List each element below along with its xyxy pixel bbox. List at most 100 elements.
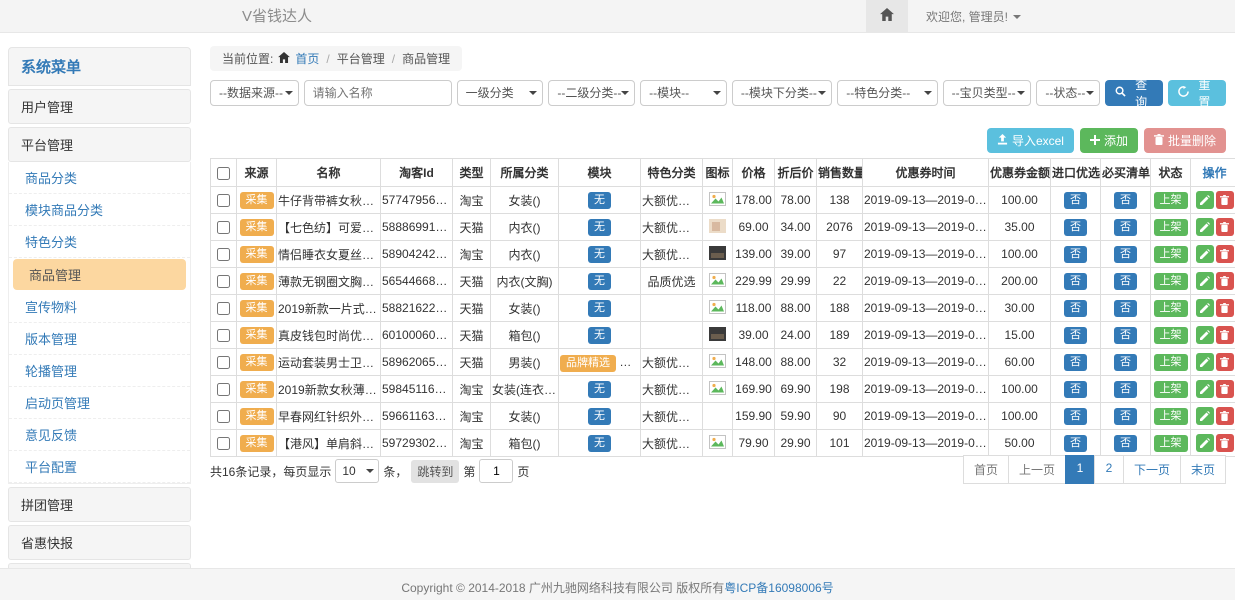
edit-button[interactable] xyxy=(1196,245,1214,263)
row-checkbox[interactable] xyxy=(217,383,230,396)
must-buy-toggle[interactable]: 否 xyxy=(1114,246,1137,263)
filter-select[interactable]: --宝贝类型-- xyxy=(943,80,1032,106)
breadcrumb-home-link[interactable]: 首页 xyxy=(295,50,319,67)
import-excel-button[interactable]: 导入excel xyxy=(987,128,1074,153)
sidebar-item[interactable]: 平台管理 xyxy=(8,127,191,162)
delete-button[interactable] xyxy=(1216,299,1234,317)
row-checkbox[interactable] xyxy=(217,302,230,315)
row-checkbox[interactable] xyxy=(217,194,230,207)
must-buy-toggle[interactable]: 否 xyxy=(1114,354,1137,371)
pager-item[interactable]: 上一页 xyxy=(1008,455,1066,484)
status-badge[interactable]: 上架 xyxy=(1154,354,1188,371)
sidebar-item[interactable]: 拼团管理 xyxy=(8,487,191,522)
must-buy-toggle[interactable]: 否 xyxy=(1114,408,1137,425)
sidebar-link[interactable]: 宣传物料 xyxy=(9,291,190,323)
sidebar-item[interactable]: 省惠快报 xyxy=(8,525,191,560)
user-menu[interactable]: 欢迎您, 管理员! xyxy=(926,8,1021,25)
batch-delete-button[interactable]: 批量删除 xyxy=(1144,128,1226,153)
import-select-toggle[interactable]: 否 xyxy=(1064,408,1087,425)
sidebar-link[interactable]: 平台配置 xyxy=(9,451,190,483)
filter-select[interactable]: --状态-- xyxy=(1036,80,1099,106)
reset-button[interactable]: 重置 xyxy=(1168,80,1226,106)
status-badge[interactable]: 上架 xyxy=(1154,246,1188,263)
page-number-input[interactable] xyxy=(479,459,513,483)
edit-button[interactable] xyxy=(1196,407,1214,425)
icp-link[interactable]: 粤ICP备16098006号 xyxy=(724,581,833,595)
per-page-select[interactable]: 10 xyxy=(335,459,379,483)
delete-button[interactable] xyxy=(1216,380,1234,398)
edit-button[interactable] xyxy=(1196,299,1214,317)
status-badge[interactable]: 上架 xyxy=(1154,327,1188,344)
import-select-toggle[interactable]: 否 xyxy=(1064,300,1087,317)
pager-item[interactable]: 首页 xyxy=(963,455,1009,484)
row-checkbox[interactable] xyxy=(217,275,230,288)
must-buy-toggle[interactable]: 否 xyxy=(1114,327,1137,344)
delete-button[interactable] xyxy=(1216,245,1234,263)
status-badge[interactable]: 上架 xyxy=(1154,192,1188,209)
edit-button[interactable] xyxy=(1196,353,1214,371)
must-buy-toggle[interactable]: 否 xyxy=(1114,273,1137,290)
jump-button[interactable]: 跳转到 xyxy=(411,460,459,483)
sidebar-link[interactable]: 特色分类 xyxy=(9,226,190,258)
must-buy-toggle[interactable]: 否 xyxy=(1114,435,1137,452)
status-badge[interactable]: 上架 xyxy=(1154,408,1188,425)
home-button[interactable] xyxy=(866,0,908,33)
delete-button[interactable] xyxy=(1216,434,1234,452)
delete-button[interactable] xyxy=(1216,407,1234,425)
delete-button[interactable] xyxy=(1216,218,1234,236)
row-checkbox[interactable] xyxy=(217,437,230,450)
filter-select[interactable]: --特色分类-- xyxy=(837,80,937,106)
row-checkbox[interactable] xyxy=(217,329,230,342)
status-badge[interactable]: 上架 xyxy=(1154,381,1188,398)
delete-button[interactable] xyxy=(1216,353,1234,371)
search-button[interactable]: 查询 xyxy=(1105,80,1163,106)
import-select-toggle[interactable]: 否 xyxy=(1064,327,1087,344)
import-select-toggle[interactable]: 否 xyxy=(1064,273,1087,290)
row-checkbox[interactable] xyxy=(217,356,230,369)
sidebar-link[interactable]: 版本管理 xyxy=(9,323,190,355)
sidebar-link[interactable]: 启动页管理 xyxy=(9,387,190,419)
filter-select[interactable]: --模块下分类-- xyxy=(732,80,832,106)
import-select-toggle[interactable]: 否 xyxy=(1064,246,1087,263)
delete-button[interactable] xyxy=(1216,191,1234,209)
pager-item[interactable]: 末页 xyxy=(1180,455,1226,484)
sidebar-item[interactable]: 用户管理 xyxy=(8,89,191,124)
status-badge[interactable]: 上架 xyxy=(1154,219,1188,236)
edit-button[interactable] xyxy=(1196,218,1214,236)
import-select-toggle[interactable]: 否 xyxy=(1064,435,1087,452)
status-badge[interactable]: 上架 xyxy=(1154,300,1188,317)
row-checkbox[interactable] xyxy=(217,410,230,423)
edit-button[interactable] xyxy=(1196,272,1214,290)
status-badge[interactable]: 上架 xyxy=(1154,273,1188,290)
status-badge[interactable]: 上架 xyxy=(1154,435,1188,452)
sidebar-link[interactable]: 商品管理 xyxy=(13,259,186,290)
sidebar-link[interactable]: 商品分类 xyxy=(9,162,190,194)
must-buy-toggle[interactable]: 否 xyxy=(1114,381,1137,398)
sidebar-link[interactable]: 模块商品分类 xyxy=(9,194,190,226)
add-button[interactable]: 添加 xyxy=(1080,128,1138,153)
pager-item[interactable]: 下一页 xyxy=(1123,455,1181,484)
import-select-toggle[interactable]: 否 xyxy=(1064,354,1087,371)
delete-button[interactable] xyxy=(1216,272,1234,290)
filter-select[interactable]: 一级分类 xyxy=(457,80,544,106)
import-select-toggle[interactable]: 否 xyxy=(1064,381,1087,398)
delete-button[interactable] xyxy=(1216,326,1234,344)
row-checkbox[interactable] xyxy=(217,248,230,261)
must-buy-toggle[interactable]: 否 xyxy=(1114,192,1137,209)
import-select-toggle[interactable]: 否 xyxy=(1064,219,1087,236)
filter-select[interactable]: --数据来源-- xyxy=(210,80,299,106)
pager-item[interactable]: 2 xyxy=(1094,455,1124,484)
sidebar-link[interactable]: 意见反馈 xyxy=(9,419,190,451)
filter-select[interactable]: --模块-- xyxy=(640,80,727,106)
select-all-checkbox[interactable] xyxy=(217,167,230,180)
must-buy-toggle[interactable]: 否 xyxy=(1114,219,1137,236)
filter-select[interactable]: --二级分类-- xyxy=(548,80,635,106)
edit-button[interactable] xyxy=(1196,380,1214,398)
edit-button[interactable] xyxy=(1196,434,1214,452)
edit-button[interactable] xyxy=(1196,326,1214,344)
sidebar-link[interactable]: 轮播管理 xyxy=(9,355,190,387)
pager-item[interactable]: 1 xyxy=(1065,455,1095,484)
import-select-toggle[interactable]: 否 xyxy=(1064,192,1087,209)
edit-button[interactable] xyxy=(1196,191,1214,209)
row-checkbox[interactable] xyxy=(217,221,230,234)
